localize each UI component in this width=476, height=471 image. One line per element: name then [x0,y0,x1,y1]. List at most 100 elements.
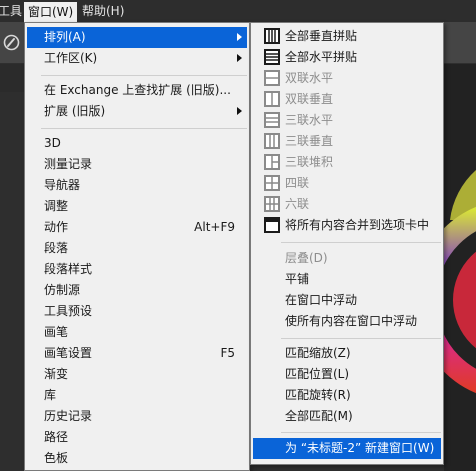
two-up-vertical-icon [264,91,280,107]
tile-all-horizontal-icon [264,49,280,65]
submenu-item-float-all-in-windows[interactable]: 使所有内容在窗口中浮动 [253,311,441,332]
submenu-item-cascade[interactable]: 层叠(D) [253,248,441,269]
menu-item-label: 色板 [44,451,69,465]
menu-item-label: 动作 [44,220,69,234]
menu-item-label: 仿制源 [44,283,81,297]
submenu-item-label: 全部垂直拼贴 [285,29,358,43]
menu-item-label: 渐变 [44,367,69,381]
menu-item-paragraph-styles[interactable]: 段落样式 [27,259,247,280]
menu-item-label: 在 Exchange 上查找扩展 (旧版)... [44,83,231,97]
menu-item-tool-presets[interactable]: 工具预设 [27,301,247,322]
menu-separator [281,338,441,339]
menu-item-label: 排列(A) [44,30,86,44]
three-up-horizontal-icon [264,112,280,128]
submenu-item-2-up-horizontal[interactable]: 双联水平 [253,68,441,89]
submenu-item-label: 层叠(D) [285,251,328,265]
menu-item-navigator[interactable]: 导航器 [27,175,247,196]
submenu-item-label: 三联堆积 [285,155,334,169]
submenu-item-label: 六联 [285,197,310,211]
submenu-item-label: 为 “未标题-2” 新建窗口(W) [285,441,435,455]
menu-item-label: 工作区(K) [44,51,98,65]
menu-item-swatches[interactable]: 色板 [27,448,247,469]
menu-item-shortcut: F5 [220,346,235,360]
submenu-item-new-window[interactable]: 为 “未标题-2” 新建窗口(W) [253,438,441,459]
submenu-item-label: 四联 [285,176,310,190]
two-up-horizontal-icon [264,70,280,86]
menu-item-workspace[interactable]: 工作区(K) [27,48,247,69]
menu-item-libraries[interactable]: 库 [27,385,247,406]
submenu-item-match-location[interactable]: 匹配位置(L) [253,364,441,385]
menu-item-label: 扩展 (旧版) [44,104,106,118]
menu-item-label: 段落样式 [44,262,93,276]
menu-item-label: 3D [44,136,61,150]
menu-item-label: 历史记录 [44,409,93,423]
submenu-item-label: 将所有内容合并到选项卡中 [285,218,430,232]
menu-separator [41,128,247,129]
submenu-item-tile-all-horizontally[interactable]: 全部水平拼贴 [253,47,441,68]
submenu-item-label: 三联水平 [285,113,334,127]
submenu-item-tile-all-vertically[interactable]: 全部垂直拼贴 [253,26,441,47]
brush-tool-icon[interactable] [3,34,20,51]
window-menu-dropdown: 排列(A) 工作区(K) 在 Exchange 上查找扩展 (旧版)... 扩展… [24,22,250,471]
menu-item-adjustments[interactable]: 调整 [27,196,247,217]
submenu-item-label: 全部水平拼贴 [285,50,358,64]
menu-item-actions[interactable]: 动作 Alt+F9 [27,217,247,238]
menu-item-label: 测量记录 [44,157,93,171]
menu-item-clone-source[interactable]: 仿制源 [27,280,247,301]
menu-item-measurement-log[interactable]: 测量记录 [27,154,247,175]
menu-item-shortcut: Alt+F9 [194,220,235,234]
submenu-item-match-all[interactable]: 全部匹配(M) [253,406,441,427]
menu-item-paths[interactable]: 路径 [27,427,247,448]
three-up-stacked-icon [264,154,280,170]
submenu-item-4-up[interactable]: 四联 [253,173,441,194]
submenu-arrow-icon [237,107,242,115]
submenu-item-3-up-vertical[interactable]: 三联垂直 [253,131,441,152]
menu-tools[interactable]: 工具 [0,3,22,19]
menu-item-label: 导航器 [44,178,81,192]
menu-item-history[interactable]: 历史记录 [27,406,247,427]
submenu-item-match-rotation[interactable]: 匹配旋转(R) [253,385,441,406]
submenu-item-tile[interactable]: 平铺 [253,269,441,290]
submenu-item-3-up-stacked[interactable]: 三联堆积 [253,152,441,173]
tile-all-vertical-icon [264,28,280,44]
consolidate-tabs-icon [264,217,280,233]
submenu-item-label: 匹配缩放(Z) [285,346,351,360]
menu-item-label: 库 [44,388,57,402]
menu-item-arrange[interactable]: 排列(A) [27,27,247,48]
submenu-item-label: 使所有内容在窗口中浮动 [285,314,418,328]
menu-item-label: 调整 [44,199,69,213]
menu-item-extensions[interactable]: 扩展 (旧版) [27,101,247,122]
four-up-icon [264,175,280,191]
three-up-vertical-icon [264,133,280,149]
menu-item-paragraph[interactable]: 段落 [27,238,247,259]
menu-item-label: 段落 [44,241,69,255]
menu-separator [281,242,441,243]
submenu-item-label: 三联垂直 [285,134,334,148]
menu-item-label: 工具预设 [44,304,93,318]
submenu-item-match-zoom[interactable]: 匹配缩放(Z) [253,343,441,364]
menu-help[interactable]: 帮助(H) [82,3,124,19]
submenu-item-label: 全部匹配(M) [285,409,353,423]
submenu-item-label: 双联水平 [285,71,334,85]
submenu-item-label: 双联垂直 [285,92,334,106]
submenu-item-label: 在窗口中浮动 [285,293,358,307]
six-up-icon [264,196,280,212]
submenu-item-label: 匹配位置(L) [285,367,350,381]
submenu-arrow-icon [237,54,242,62]
submenu-item-6-up[interactable]: 六联 [253,194,441,215]
submenu-item-label: 平铺 [285,272,310,286]
menu-window[interactable]: 窗口(W) [24,2,78,22]
menu-item-find-extensions[interactable]: 在 Exchange 上查找扩展 (旧版)... [27,80,247,101]
submenu-item-2-up-vertical[interactable]: 双联垂直 [253,89,441,110]
menu-separator [41,75,247,76]
menu-item-gradients[interactable]: 渐变 [27,364,247,385]
submenu-item-label: 匹配旋转(R) [285,388,351,402]
menu-item-3d[interactable]: 3D [27,133,247,154]
submenu-item-float-in-window[interactable]: 在窗口中浮动 [253,290,441,311]
menu-bar: 工具 窗口(W) 帮助(H) [0,0,476,22]
menu-item-brush-settings[interactable]: 画笔设置 F5 [27,343,247,364]
menu-item-label: 画笔设置 [44,346,93,360]
menu-item-brushes[interactable]: 画笔 [27,322,247,343]
submenu-item-consolidate-to-tabs[interactable]: 将所有内容合并到选项卡中 [253,215,441,236]
submenu-item-3-up-horizontal[interactable]: 三联水平 [253,110,441,131]
